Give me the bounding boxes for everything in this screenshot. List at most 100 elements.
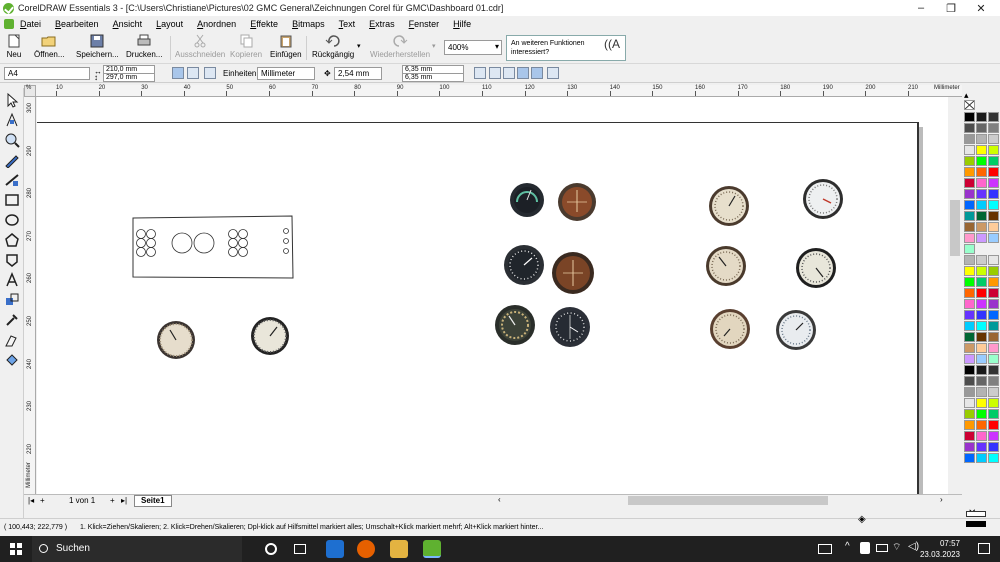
file-explorer-app-icon[interactable] [390, 540, 408, 558]
color-swatch[interactable] [964, 420, 975, 430]
color-swatch[interactable] [988, 321, 999, 331]
windows-start-icon[interactable] [10, 543, 22, 555]
color-swatch[interactable] [988, 156, 999, 166]
color-swatch[interactable] [988, 233, 999, 243]
gauge-image[interactable] [708, 185, 750, 227]
speaker-icon[interactable]: ◁) [908, 541, 919, 552]
color-swatch[interactable] [988, 398, 999, 408]
color-swatch[interactable] [964, 112, 975, 122]
scroll-left-icon[interactable]: ‹ [498, 495, 501, 504]
save-button[interactable]: Speichern... [76, 34, 119, 62]
color-swatch[interactable] [964, 233, 975, 243]
snap-grid-icon[interactable] [474, 67, 486, 79]
color-swatch[interactable] [988, 200, 999, 210]
color-swatch[interactable] [988, 332, 999, 342]
color-swatch[interactable] [988, 431, 999, 441]
color-swatch[interactable] [976, 266, 987, 276]
color-swatch[interactable] [964, 321, 975, 331]
color-swatch[interactable] [964, 343, 975, 353]
eyedropper-tool-icon[interactable] [4, 312, 20, 328]
menu-fenster[interactable]: Fenster [409, 19, 440, 29]
color-swatch[interactable] [976, 189, 987, 199]
color-swatch[interactable] [976, 112, 987, 122]
outline-tool-icon[interactable] [4, 332, 20, 348]
color-swatch[interactable] [964, 431, 975, 441]
color-swatch[interactable] [964, 398, 975, 408]
menu-anordnen[interactable]: Anordnen [197, 19, 236, 29]
color-swatch[interactable] [964, 453, 975, 463]
print-button[interactable]: Drucken... [126, 34, 162, 62]
gauge-image[interactable] [494, 304, 536, 346]
color-swatch[interactable] [988, 354, 999, 364]
cut-button[interactable]: Ausschneiden [175, 34, 225, 62]
zoom-level-select[interactable]: 400% [444, 40, 502, 55]
open-button[interactable]: Öffnen... [34, 34, 65, 62]
horizontal-ruler[interactable]: % 10 20 30 40 50 60 70 80 90 100 110 120 130 140 150 160… [26, 85, 962, 97]
color-swatch[interactable] [988, 189, 999, 199]
color-swatch[interactable] [964, 376, 975, 386]
close-button[interactable]: ✕ [966, 0, 996, 16]
color-swatch[interactable] [976, 299, 987, 309]
first-page-icon[interactable]: |◂ [28, 496, 34, 505]
apply-all-pages-icon[interactable] [204, 67, 216, 79]
options-icon[interactable] [547, 67, 559, 79]
minimize-button[interactable]: – [906, 0, 936, 16]
color-swatch[interactable] [976, 178, 987, 188]
portrait-icon[interactable] [172, 67, 184, 79]
color-swatch[interactable] [988, 222, 999, 232]
maximize-button[interactable]: ❐ [936, 0, 966, 16]
taskbar-clock[interactable]: 07:57 23.03.2023 [920, 538, 960, 560]
color-swatch[interactable] [964, 211, 975, 221]
onedrive-icon[interactable] [860, 542, 870, 554]
color-swatch[interactable] [988, 277, 999, 287]
menu-layout[interactable]: Layout [156, 19, 183, 29]
paste-button[interactable]: Einfügen [270, 34, 302, 62]
ellipse-tool-icon[interactable] [4, 212, 20, 228]
color-swatch[interactable] [964, 244, 975, 254]
color-swatch[interactable] [988, 299, 999, 309]
firefox-app-icon[interactable] [357, 540, 375, 558]
color-swatch[interactable] [976, 156, 987, 166]
new-button[interactable]: Neu [6, 34, 22, 62]
color-swatch[interactable] [964, 332, 975, 342]
polygon-tool-icon[interactable] [4, 232, 20, 248]
landscape-icon[interactable] [187, 67, 199, 79]
no-color-swatch[interactable] [964, 100, 975, 110]
scroll-right-icon[interactable]: › [940, 495, 943, 504]
vertical-ruler[interactable]: 300 290 280 270 260 250 240 230 220 Millimeter [24, 97, 36, 494]
color-swatch[interactable] [976, 354, 987, 364]
gauge-image[interactable] [775, 309, 817, 351]
color-swatch[interactable] [988, 178, 999, 188]
color-swatch[interactable] [976, 332, 987, 342]
gauge-image[interactable] [551, 251, 595, 295]
color-swatch[interactable] [964, 310, 975, 320]
add-page-before-icon[interactable]: + [40, 496, 45, 505]
menu-bitmaps[interactable]: Bitmaps [292, 19, 325, 29]
color-swatch[interactable] [988, 442, 999, 452]
color-swatch[interactable] [976, 431, 987, 441]
color-swatch[interactable] [976, 442, 987, 452]
snap-objects-icon[interactable] [503, 67, 515, 79]
color-swatch[interactable] [964, 178, 975, 188]
coreldraw-taskbar-icon[interactable] [423, 540, 441, 558]
gauge-image[interactable] [509, 182, 545, 218]
horizontal-scroll-thumb[interactable] [628, 496, 828, 505]
color-swatch[interactable] [976, 409, 987, 419]
color-swatch[interactable] [964, 299, 975, 309]
color-swatch[interactable] [988, 288, 999, 298]
color-swatch[interactable] [976, 387, 987, 397]
color-swatch[interactable] [976, 123, 987, 133]
color-swatch[interactable] [976, 343, 987, 353]
color-swatch[interactable] [976, 134, 987, 144]
color-swatch[interactable] [988, 266, 999, 276]
menu-hilfe[interactable]: Hilfe [453, 19, 471, 29]
gauge-image[interactable] [156, 320, 196, 360]
color-swatch[interactable] [976, 376, 987, 386]
snap-guides-icon[interactable] [489, 67, 501, 79]
color-swatch[interactable] [976, 167, 987, 177]
color-swatch[interactable] [964, 189, 975, 199]
color-swatch[interactable] [988, 211, 999, 221]
menu-text[interactable]: Text [339, 19, 356, 29]
menu-datei[interactable]: Datei [20, 19, 41, 29]
color-swatch[interactable] [988, 123, 999, 133]
